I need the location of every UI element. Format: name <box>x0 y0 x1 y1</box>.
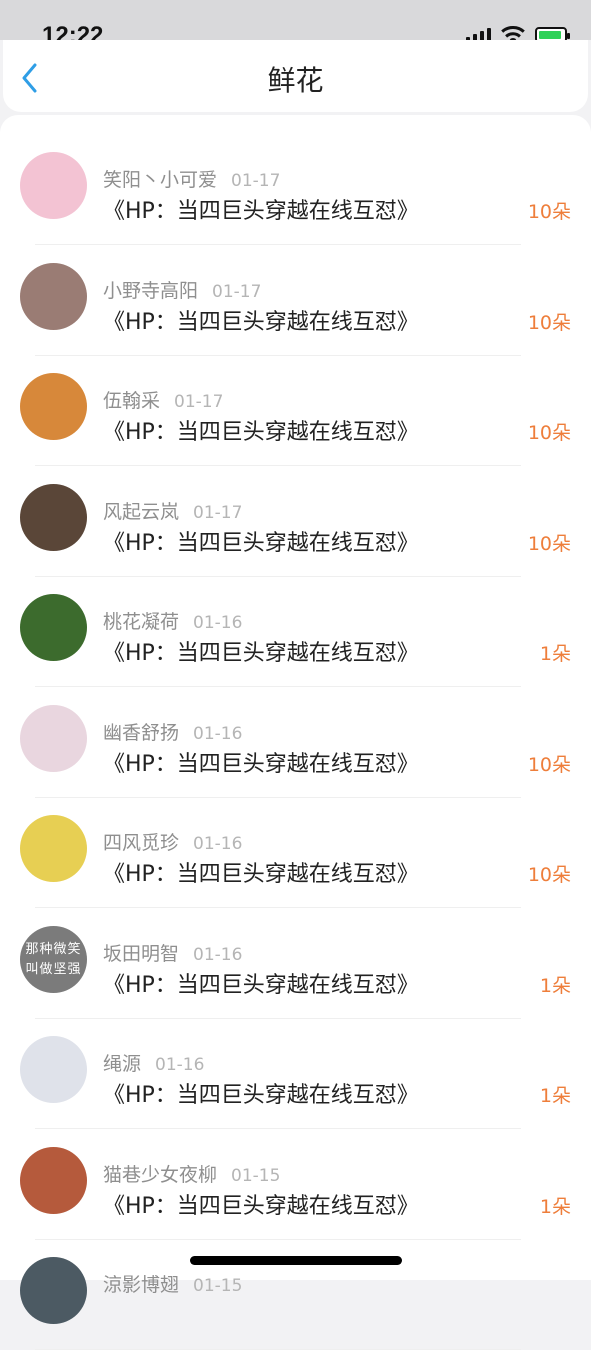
user-name[interactable]: 四风觅珍 <box>103 832 179 854</box>
record-date: 01-16 <box>193 613 243 633</box>
record-meta: 笑阳丶小可爱 01-17 <box>103 165 280 192</box>
record-meta: 猫巷少女夜柳 01-15 <box>103 1160 280 1187</box>
avatar[interactable] <box>20 704 87 772</box>
record-date: 01-17 <box>174 392 224 412</box>
avatar[interactable] <box>20 1036 87 1103</box>
record-date: 01-15 <box>193 1276 243 1296</box>
record-meta: 幽香舒扬 01-16 <box>103 718 242 745</box>
book-title[interactable]: 《HP：当四巨头穿越在线互怼》 <box>103 635 419 667</box>
list-item[interactable]: 幽香舒扬 01-16 《HP：当四巨头穿越在线互怼》 10朵 <box>0 688 591 798</box>
book-title[interactable]: 《HP：当四巨头穿越在线互怼》 <box>103 304 419 336</box>
home-indicator <box>190 1256 402 1265</box>
list-item[interactable]: 四风觅珍 01-16 《HP：当四巨头穿越在线互怼》 10朵 <box>0 798 591 908</box>
avatar[interactable] <box>20 152 87 219</box>
user-name[interactable]: 桃花凝荷 <box>103 611 179 633</box>
record-meta: 绳源 01-16 <box>103 1049 204 1076</box>
avatar[interactable] <box>20 262 87 330</box>
record-date: 01-17 <box>231 171 281 191</box>
user-name[interactable]: 小野寺高阳 <box>103 280 198 302</box>
book-title[interactable]: 《HP：当四巨头穿越在线互怼》 <box>103 1077 419 1109</box>
avatar[interactable] <box>20 815 87 882</box>
list-item[interactable]: 猫巷少女夜柳 01-15 《HP：当四巨头穿越在线互怼》 1朵 <box>0 1130 591 1240</box>
user-name[interactable]: 涼影博翅 <box>103 1274 179 1296</box>
page-title: 鲜花 <box>267 64 324 97</box>
avatar[interactable] <box>20 1146 87 1214</box>
flower-amount: 1朵 <box>539 643 571 665</box>
flower-amount: 1朵 <box>539 974 571 997</box>
list-item[interactable]: 笑阳丶小可爱 01-17 《HP：当四巨头穿越在线互怼》 10朵 <box>0 135 591 245</box>
flower-amount: 10朵 <box>527 753 571 776</box>
user-name[interactable]: 风起云岚 <box>103 501 179 523</box>
flower-amount: 10朵 <box>527 311 571 334</box>
record-date: 01-15 <box>231 1165 281 1186</box>
record-date: 01-16 <box>193 944 243 965</box>
record-date: 01-16 <box>155 1055 205 1075</box>
list-item[interactable]: 风起云岚 01-17 《HP：当四巨头穿越在线互怼》 10朵 <box>0 467 591 577</box>
user-name[interactable]: 坂田明智 <box>103 943 179 965</box>
record-meta: 涼影博翅 01-15 <box>103 1270 242 1297</box>
user-name[interactable]: 绳源 <box>103 1053 141 1075</box>
record-meta: 四风觅珍 01-16 <box>103 828 242 855</box>
book-title[interactable]: 《HP：当四巨头穿越在线互怼》 <box>103 193 419 225</box>
avatar[interactable] <box>20 1257 87 1324</box>
list-item[interactable]: 小野寺高阳 01-17 《HP：当四巨头穿越在线互怼》 10朵 <box>0 246 591 356</box>
user-name[interactable]: 笑阳丶小可爱 <box>103 169 217 191</box>
book-title[interactable]: 《HP：当四巨头穿越在线互怼》 <box>103 746 419 778</box>
avatar[interactable] <box>20 483 87 551</box>
flower-amount: 10朵 <box>527 532 571 555</box>
list-item[interactable]: 桃花凝荷 01-16 《HP：当四巨头穿越在线互怼》 1朵 <box>0 577 591 687</box>
list-item[interactable]: 伍翰采 01-17 《HP：当四巨头穿越在线互怼》 10朵 <box>0 356 591 466</box>
record-meta: 坂田明智 01-16 <box>103 939 242 966</box>
record-meta: 桃花凝荷 01-16 <box>103 607 242 634</box>
list-item[interactable]: 绳源 01-16 《HP：当四巨头穿越在线互怼》 1朵 <box>0 1019 591 1129</box>
record-date: 01-16 <box>193 834 243 854</box>
record-date: 01-16 <box>193 723 243 744</box>
avatar[interactable]: 那种微笑 叫做坚强 <box>20 925 87 993</box>
flower-amount: 10朵 <box>527 201 571 223</box>
status-bar: 12:22 <box>0 0 591 49</box>
book-title[interactable]: 《HP：当四巨头穿越在线互怼》 <box>103 1188 419 1220</box>
record-meta: 风起云岚 01-17 <box>103 497 242 524</box>
avatar[interactable] <box>20 594 87 661</box>
navigation-bar: 鲜花 <box>3 40 588 112</box>
book-title[interactable]: 《HP：当四巨头穿越在线互怼》 <box>103 856 419 888</box>
book-title[interactable]: 《HP：当四巨头穿越在线互怼》 <box>103 967 419 999</box>
flower-amount: 10朵 <box>527 422 571 444</box>
flower-amount: 1朵 <box>539 1195 571 1218</box>
avatar-text: 那种微笑 叫做坚强 <box>25 941 82 977</box>
book-title[interactable]: 《HP：当四巨头穿越在线互怼》 <box>103 525 419 557</box>
user-name[interactable]: 幽香舒扬 <box>103 722 179 744</box>
user-name[interactable]: 猫巷少女夜柳 <box>103 1164 217 1186</box>
record-meta: 小野寺高阳 01-17 <box>103 276 261 303</box>
record-meta: 伍翰采 01-17 <box>103 386 223 413</box>
list-item[interactable]: 那种微笑 叫做坚强 坂田明智 01-16 《HP：当四巨头穿越在线互怼》 1朵 <box>0 909 591 1019</box>
record-date: 01-17 <box>193 502 243 523</box>
user-name[interactable]: 伍翰采 <box>103 390 160 412</box>
book-title[interactable]: 《HP：当四巨头穿越在线互怼》 <box>103 414 419 446</box>
flower-amount: 10朵 <box>527 864 571 886</box>
flower-record-list: 笑阳丶小可爱 01-17 《HP：当四巨头穿越在线互怼》 10朵 小野寺高阳 01-17 《… <box>0 115 591 1350</box>
avatar[interactable] <box>20 373 87 440</box>
flower-amount: 1朵 <box>539 1085 571 1107</box>
record-date: 01-17 <box>212 281 262 302</box>
